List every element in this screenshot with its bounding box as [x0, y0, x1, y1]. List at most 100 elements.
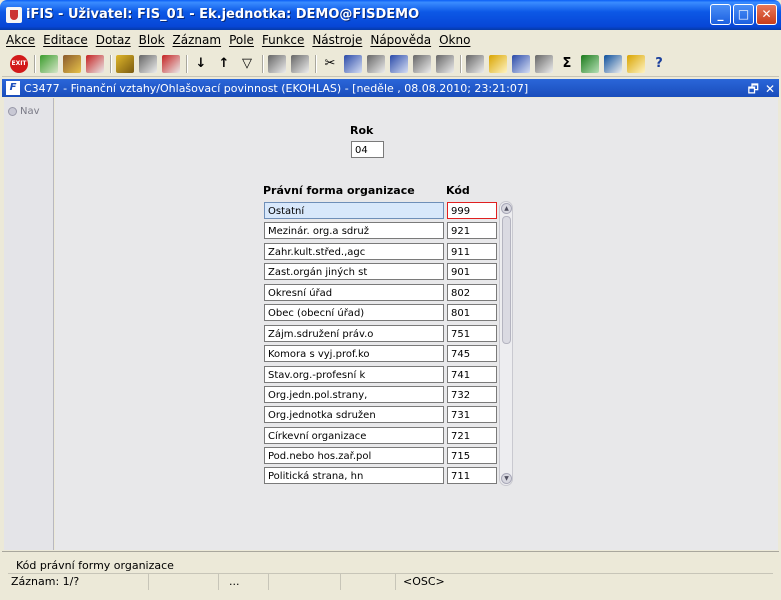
row-code-field[interactable]: 921	[447, 222, 497, 239]
list-scrollbar[interactable]: ▲ ▼	[499, 201, 513, 486]
save-icon[interactable]	[40, 54, 58, 73]
row-name-field[interactable]: Stav.org.-profesní k	[264, 366, 444, 383]
rok-input[interactable]: 04	[351, 141, 384, 158]
nav-dot-icon	[8, 107, 17, 116]
row-name-field[interactable]: Církevní organizace	[264, 427, 444, 444]
restore-icon[interactable]: 🗗	[748, 82, 759, 96]
menu-akce[interactable]: Akce	[6, 33, 35, 47]
search-icon[interactable]	[390, 54, 408, 73]
columns-icon[interactable]	[436, 54, 454, 73]
record-indicator: Záznam: 1/?	[11, 575, 80, 588]
maximize-button[interactable]: □	[733, 4, 754, 25]
insert-record-icon[interactable]	[63, 54, 81, 73]
rok-label: Rok	[350, 124, 374, 137]
row-code-field[interactable]: 911	[447, 243, 497, 260]
form-titlebar[interactable]: F C3477 - Finanční vztahy/Ohlašovací pov…	[2, 79, 779, 97]
row-name-field[interactable]: Org.jedn.pol.strany,	[264, 386, 444, 403]
toolbar-separator	[315, 54, 317, 73]
status-ellipsis: ...	[218, 574, 268, 590]
menu-editace[interactable]: Editace	[43, 33, 88, 47]
cancel-query-icon[interactable]	[162, 54, 180, 73]
sum-icon[interactable]: Σ	[558, 55, 576, 73]
sort-ascending-icon[interactable]: ↓	[192, 55, 210, 73]
status-message: Kód právní formy organizace	[8, 557, 773, 574]
nav-panel: Nav	[4, 98, 54, 550]
internet-icon[interactable]	[604, 54, 622, 73]
status-cell-empty	[268, 574, 340, 590]
menu-napoveda[interactable]: Nápověda	[370, 33, 431, 47]
menu-nastroje[interactable]: Nástroje	[312, 33, 362, 47]
print-preview-icon[interactable]	[291, 54, 309, 73]
row-name-field[interactable]: Zájm.sdružení práv.o	[264, 325, 444, 342]
row-name-field[interactable]: Okresní úřad	[264, 284, 444, 301]
row-code-field[interactable]: 901	[447, 263, 497, 280]
row-code-field[interactable]: 732	[447, 386, 497, 403]
col-header-code: Kód	[446, 184, 470, 197]
row-name-field[interactable]: Ostatní	[264, 202, 444, 219]
tools-icon[interactable]	[489, 54, 507, 73]
toolbar-separator	[460, 54, 462, 73]
form-icon: F	[6, 81, 20, 95]
row-name-field[interactable]: Zahr.kult.střed.,agc	[264, 243, 444, 260]
copy-icon[interactable]	[344, 54, 362, 73]
row-code-field[interactable]: 999	[447, 202, 497, 219]
row-code-field[interactable]: 801	[447, 304, 497, 321]
status-cell-empty	[340, 574, 395, 590]
toolbar-separator	[110, 54, 112, 73]
toolbar: EXIT ↓ ↑ ▽ ✂ Σ ?	[2, 51, 779, 77]
disk-icon[interactable]	[535, 54, 553, 73]
delete-record-icon[interactable]	[86, 54, 104, 73]
close-form-icon[interactable]: ✕	[765, 82, 775, 96]
help-icon[interactable]	[627, 54, 645, 73]
scroll-down-icon[interactable]: ▼	[501, 473, 512, 484]
sort-descending-icon[interactable]: ↑	[215, 55, 233, 73]
execute-query-icon[interactable]	[139, 54, 157, 73]
menu-dotaz[interactable]: Dotaz	[96, 33, 131, 47]
window-titlebar[interactable]: iFIS - Uživatel: FIS_01 - Ek.jednotka: D…	[0, 0, 781, 30]
row-name-field[interactable]: Obec (obecní úřad)	[264, 304, 444, 321]
row-name-field[interactable]: Mezinár. org.a sdruž	[264, 222, 444, 239]
status-cell-empty	[148, 574, 218, 590]
list-icon[interactable]	[413, 54, 431, 73]
menu-bar: Akce Editace Dotaz Blok Záznam Pole Funk…	[2, 30, 779, 50]
row-code-field[interactable]: 731	[447, 406, 497, 423]
col-header-name: Právní forma organizace	[263, 184, 415, 197]
scroll-up-icon[interactable]: ▲	[501, 203, 512, 214]
print-icon[interactable]	[268, 54, 286, 73]
menu-okno[interactable]: Okno	[439, 33, 470, 47]
warning-icon[interactable]	[512, 54, 530, 73]
paste-icon[interactable]	[367, 54, 385, 73]
java-app-icon	[6, 7, 22, 23]
row-code-field[interactable]: 802	[447, 284, 497, 301]
row-name-field[interactable]: Org.jednotka sdružen	[264, 406, 444, 423]
row-code-field[interactable]: 711	[447, 467, 497, 484]
scroll-thumb[interactable]	[502, 216, 511, 344]
form-title: C3477 - Finanční vztahy/Ohlašovací povin…	[24, 81, 529, 95]
nav-label: Nav	[20, 106, 40, 117]
menu-pole[interactable]: Pole	[229, 33, 254, 47]
context-help-icon[interactable]: ?	[650, 55, 668, 73]
row-name-field[interactable]: Politická strana, hn	[264, 467, 444, 484]
row-name-field[interactable]: Komora s vyj.prof.ko	[264, 345, 444, 362]
enter-query-icon[interactable]	[116, 54, 134, 73]
row-code-field[interactable]: 715	[447, 447, 497, 464]
toolbar-separator	[262, 54, 264, 73]
menu-blok[interactable]: Blok	[139, 33, 165, 47]
menu-funkce[interactable]: Funkce	[262, 33, 304, 47]
cut-icon[interactable]: ✂	[321, 55, 339, 73]
exit-icon[interactable]: EXIT	[10, 54, 28, 73]
calculator-icon[interactable]	[466, 54, 484, 73]
filter-icon[interactable]: ▽	[238, 55, 256, 73]
row-code-field[interactable]: 741	[447, 366, 497, 383]
nav-item[interactable]: Nav	[8, 106, 40, 117]
close-button[interactable]: ✕	[756, 4, 777, 25]
row-name-field[interactable]: Pod.nebo hos.zař.pol	[264, 447, 444, 464]
excel-icon[interactable]	[581, 54, 599, 73]
minimize-button[interactable]: _	[710, 4, 731, 25]
row-code-field[interactable]: 751	[447, 325, 497, 342]
osc-indicator: <OSC>	[395, 574, 765, 590]
row-code-field[interactable]: 745	[447, 345, 497, 362]
menu-zaznam[interactable]: Záznam	[173, 33, 222, 47]
row-name-field[interactable]: Zast.orgán jiných st	[264, 263, 444, 280]
row-code-field[interactable]: 721	[447, 427, 497, 444]
